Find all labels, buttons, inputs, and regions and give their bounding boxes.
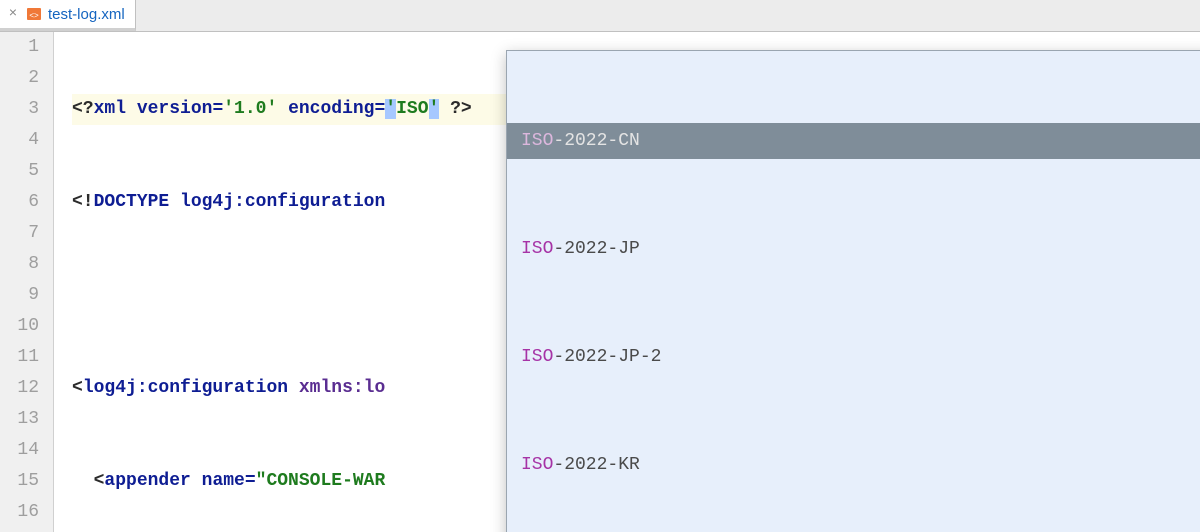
line-gutter: 1 2 3 4 5 6 7 8 9 10 11 12 13 14 15 16 [0,32,54,532]
svg-text:<>: <> [29,11,39,20]
code-content[interactable]: <?xml version='1.0' encoding='ISO' ?> <!… [54,32,1200,532]
line-number: 13 [0,404,39,435]
close-icon[interactable]: × [6,6,20,22]
line-number: 15 [0,466,39,497]
autocomplete-item[interactable]: ISO-2022-KR [507,447,1200,483]
autocomplete-popup[interactable]: ISO-2022-CN ISO-2022-JP ISO-2022-JP-2 IS… [506,50,1200,532]
line-number: 12 [0,373,39,404]
file-tab[interactable]: × <> test-log.xml [0,0,136,31]
editor-tab-bar: × <> test-log.xml [0,0,1200,32]
line-number: 8 [0,249,39,280]
file-tab-label: test-log.xml [48,6,125,23]
line-number: 5 [0,156,39,187]
line-number: 16 [0,497,39,528]
line-number: 2 [0,63,39,94]
line-number: 3 [0,94,39,125]
line-number: 6 [0,187,39,218]
code-editor[interactable]: 1 2 3 4 5 6 7 8 9 10 11 12 13 14 15 16 <… [0,32,1200,532]
line-number: 9 [0,280,39,311]
line-number: 14 [0,435,39,466]
line-number: 11 [0,342,39,373]
line-number: 1 [0,32,39,63]
autocomplete-item[interactable]: ISO-2022-JP [507,231,1200,267]
autocomplete-item[interactable]: ISO-2022-CN [507,123,1200,159]
line-number: 10 [0,311,39,342]
autocomplete-item[interactable]: ISO-2022-JP-2 [507,339,1200,375]
line-number: 4 [0,125,39,156]
line-number: 7 [0,218,39,249]
xml-file-icon: <> [26,6,42,22]
